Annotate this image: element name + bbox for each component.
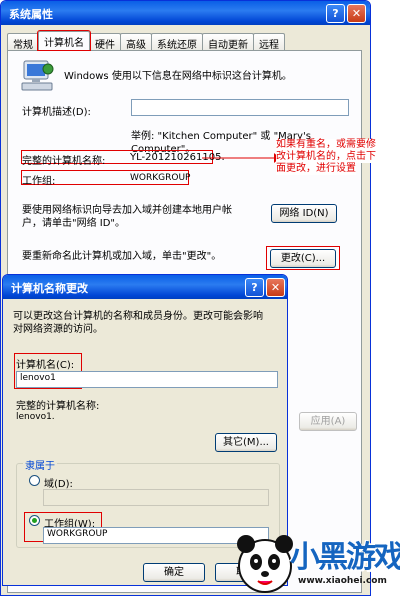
annotation-arrow [202,153,280,163]
computer-description-label: 计算机描述(D): [22,107,91,118]
computer-name-change-titlebar[interactable]: 计算机名称更改 ? ✕ [3,275,287,299]
tab-general[interactable]: 常规 [7,33,39,51]
full-computer-name-label: 完整的计算机名称: [22,156,106,167]
tab-strip: 常规 计算机名 硬件 高级 系统还原 自动更新 远程 [7,30,285,51]
system-properties-titlebar[interactable]: 系统属性 ? ✕ [1,1,370,25]
member-of-label: 隶属于 [23,457,57,472]
sub-intro-line2: 对网络资源的访问。 [13,324,103,335]
sub-full-name-label: 完整的计算机名称: [16,401,100,412]
window-title: 系统属性 [9,8,53,21]
help-button[interactable]: ? [326,4,345,23]
workgroup-radio[interactable] [29,515,40,526]
tab-remote[interactable]: 远程 [253,33,285,51]
sub-full-name-value: lenovo1. [16,412,55,422]
apply-button[interactable]: 应用(A) [299,412,357,431]
tab-advanced[interactable]: 高级 [120,33,152,51]
computer-name-input[interactable]: lenovo1 [16,371,278,388]
workgroup-label: 工作组: [22,176,56,187]
tab-system-restore[interactable]: 系统还原 [151,33,203,51]
domain-input[interactable] [43,489,269,506]
sub-window-title: 计算机名称更改 [11,282,88,295]
rename-text: 要重新命名此计算机或加入域，单击"更改"。 [22,251,222,262]
watermark-logo: 小黑游戏 www.xiaohei.com [234,526,400,596]
computer-icon [21,60,54,91]
close-button[interactable]: ✕ [347,4,366,23]
network-id-button[interactable]: 网络 ID(N) [271,204,337,223]
domain-radio[interactable] [29,475,40,486]
tab-computer-name[interactable]: 计算机名 [37,30,91,51]
domain-label: 域(D): [44,479,73,490]
computer-name-label: 计算机名(C): [16,360,75,371]
annotation-line1: 如果有重名，或需要修 [276,139,376,151]
intro-text: Windows 使用以下信息在网络中标识这台计算机。 [64,71,292,82]
change-button[interactable]: 更改(C)... [270,249,336,268]
brand-text: 小黑游戏 [290,540,400,575]
annotation-line3: 面更改，进行设置 [276,163,356,175]
workgroup-value: WORKGROUP [130,173,191,183]
tab-auto-update[interactable]: 自动更新 [202,33,254,51]
sub-help-button[interactable]: ? [245,278,264,297]
panda-icon [237,535,293,593]
tab-hardware[interactable]: 硬件 [89,33,121,51]
other-button[interactable]: 其它(M)... [215,433,277,452]
brand-url: www.xiaohei.com [298,576,387,586]
sub-close-button[interactable]: ✕ [266,278,285,297]
computer-description-input[interactable] [131,99,349,116]
ok-button[interactable]: 确定 [143,563,205,582]
network-id-text-line2: 户，请单击"网络 ID"。 [22,218,126,229]
annotation-line2: 改计算机名的，点击下 [276,151,376,163]
